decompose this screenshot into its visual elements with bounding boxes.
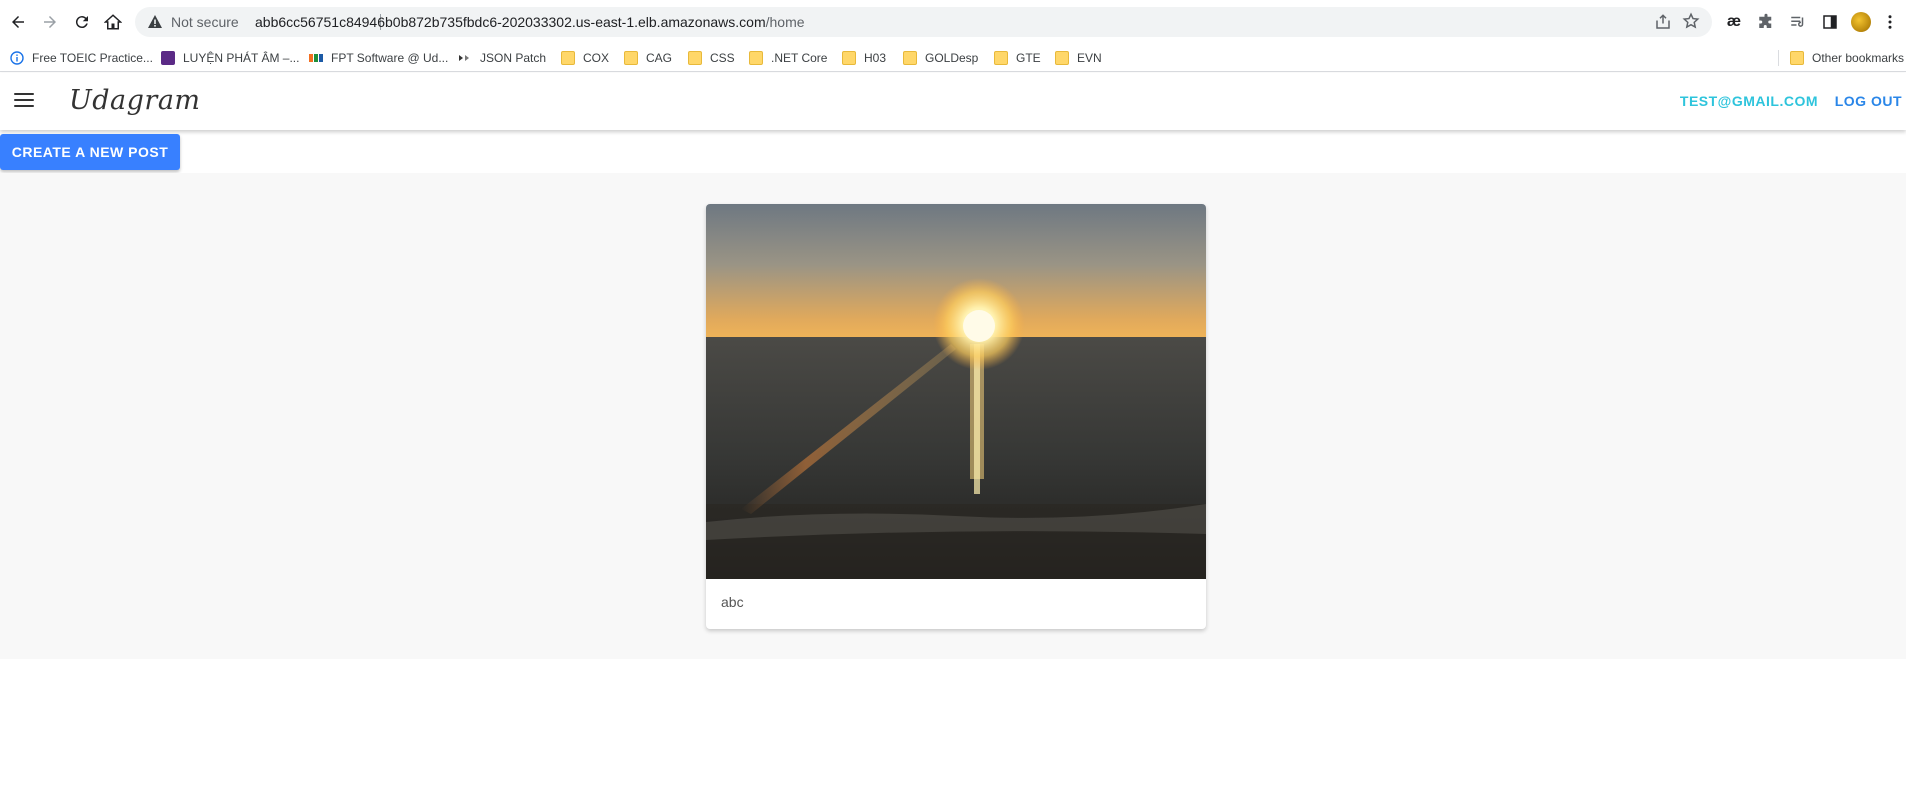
bookmark-label: Free TOEIC Practice...: [32, 51, 153, 65]
other-bookmarks-folder[interactable]: Other bookmarks: [1790, 49, 1904, 67]
media-queue-icon[interactable]: [1788, 12, 1808, 32]
bookmark-label: CAG: [646, 51, 673, 65]
bookmark-label: Other bookmarks: [1812, 51, 1905, 65]
reload-icon[interactable]: [70, 10, 94, 34]
fpt-favicon: [309, 54, 323, 62]
bookmarks-divider: [1778, 50, 1779, 66]
side-panel-icon[interactable]: [1820, 12, 1840, 32]
folder-icon: [1055, 51, 1069, 65]
folder-icon: [561, 51, 575, 65]
post-image: [706, 204, 1206, 579]
bookmark-folder[interactable]: GTE: [994, 49, 1041, 67]
home-icon[interactable]: [101, 10, 125, 34]
address-bar[interactable]: Not secure abb6cc56751c84946b0b872b735fb…: [135, 7, 1712, 37]
ae-extension-icon[interactable]: æ: [1724, 12, 1744, 32]
site-favicon: [161, 51, 175, 65]
bookmark-label: LUYỆN PHÁT ÂM –...: [183, 51, 300, 65]
bookmark-item[interactable]: FPT Software @ Ud...: [309, 49, 448, 67]
bookmark-folder[interactable]: EVN: [1055, 49, 1102, 67]
bookmark-label: FPT Software @ Ud...: [331, 51, 449, 65]
app-header: Udagram TEST@GMAIL.COM LOG OUT: [0, 73, 1906, 130]
url-path: /home: [765, 14, 805, 30]
extensions-puzzle-icon[interactable]: [1756, 12, 1776, 32]
bookmark-folder[interactable]: CSS: [688, 49, 735, 67]
logout-button[interactable]: LOG OUT: [1835, 93, 1902, 109]
folder-icon: [688, 51, 702, 65]
create-post-button[interactable]: CREATE A NEW POST: [0, 134, 180, 170]
info-icon: [10, 51, 24, 65]
bookmark-folder[interactable]: CAG: [624, 49, 672, 67]
folder-icon: [749, 51, 763, 65]
post-card[interactable]: abc: [706, 204, 1206, 629]
bookmark-label: COX: [583, 51, 610, 65]
post-caption: abc: [721, 594, 744, 610]
share-icon[interactable]: [1654, 13, 1672, 31]
bookmark-folder[interactable]: .NET Core: [749, 49, 827, 67]
app-logo[interactable]: Udagram: [69, 85, 201, 116]
bookmark-label: .NET Core: [771, 51, 828, 65]
bookmarks-bar: Free TOEIC Practice... LUYỆN PHÁT ÂM –..…: [0, 44, 1906, 72]
folder-icon: [842, 51, 856, 65]
bookmark-item[interactable]: LUYỆN PHÁT ÂM –...: [161, 49, 299, 67]
hamburger-menu-icon[interactable]: [14, 93, 34, 109]
bookmark-label: EVN: [1077, 51, 1102, 65]
bookmark-label: H03: [864, 51, 887, 65]
bookmark-label: JSON Patch: [480, 51, 547, 65]
folder-icon: [624, 51, 638, 65]
folder-icon: [994, 51, 1008, 65]
folder-icon: [903, 51, 917, 65]
bookmark-label: CSS: [710, 51, 735, 65]
more-menu-icon[interactable]: [1880, 12, 1900, 32]
url-host: abb6cc56751c84946b0b872b735fbdc6-2020333…: [255, 14, 766, 30]
bookmark-label: GOLDesp: [925, 51, 979, 65]
bookmark-item[interactable]: Free TOEIC Practice...: [10, 49, 153, 67]
security-label[interactable]: Not secure: [171, 14, 239, 30]
feed: abc: [0, 173, 1906, 659]
browser-toolbar: Not secure abb6cc56751c84946b0b872b735fb…: [0, 0, 1906, 44]
forward-icon[interactable]: [38, 10, 62, 34]
url-text[interactable]: abb6cc56751c84946b0b872b735fbdc6-2020333…: [255, 14, 805, 30]
bookmark-label: GTE: [1016, 51, 1041, 65]
bookmark-folder[interactable]: GOLDesp: [903, 49, 978, 67]
jsonpatch-favicon: [459, 55, 469, 61]
bookmark-folder[interactable]: COX: [561, 49, 609, 67]
folder-icon: [1790, 51, 1804, 65]
bookmark-folder[interactable]: H03: [842, 49, 886, 67]
back-icon[interactable]: [6, 10, 30, 34]
bookmark-item[interactable]: JSON Patch: [458, 49, 546, 67]
user-email-link[interactable]: TEST@GMAIL.COM: [1680, 93, 1818, 109]
bookmark-star-icon[interactable]: [1682, 12, 1700, 30]
warning-icon[interactable]: [147, 14, 163, 30]
profile-avatar-icon[interactable]: [1851, 12, 1871, 32]
